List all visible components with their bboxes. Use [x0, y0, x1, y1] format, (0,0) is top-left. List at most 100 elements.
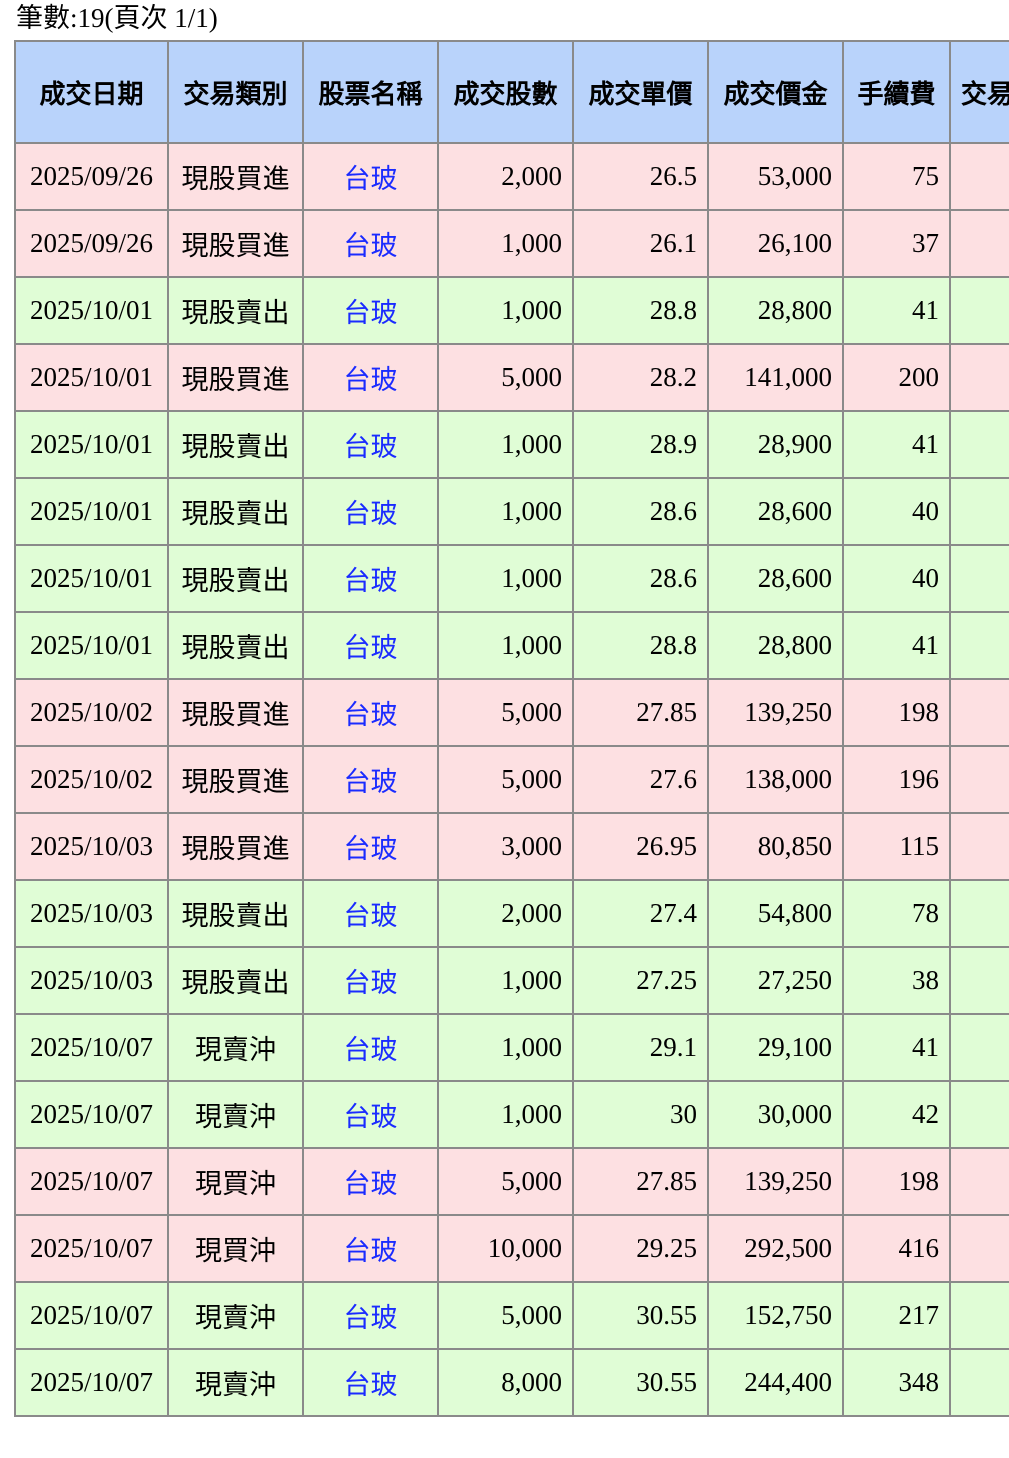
table-row: 2025/10/01 現股買進 台玻 5,000 28.2 141,000 200	[14, 343, 1009, 412]
cell-transaction-tax	[949, 276, 1009, 345]
cell-quantity: 3,000	[437, 812, 574, 881]
cell-trade-type: 現買沖	[167, 1147, 304, 1216]
cell-unit-price: 29.1	[572, 1013, 709, 1082]
cell-trade-type: 現賣沖	[167, 1281, 304, 1350]
cell-trade-type: 現股賣出	[167, 946, 304, 1015]
cell-stock-name: 台玻	[302, 544, 439, 613]
cell-trade-type: 現買沖	[167, 1214, 304, 1283]
cell-amount: 28,600	[707, 544, 844, 613]
cell-fee: 78	[842, 879, 951, 948]
cell-trade-date: 2025/10/02	[14, 678, 169, 747]
cell-unit-price: 29.25	[572, 1214, 709, 1283]
cell-trade-date: 2025/10/01	[14, 410, 169, 479]
cell-trade-date: 2025/10/03	[14, 812, 169, 881]
cell-stock-name: 台玻	[302, 1013, 439, 1082]
stock-name-link[interactable]: 台玻	[344, 164, 398, 195]
cell-amount: 244,400	[707, 1348, 844, 1417]
cell-unit-price: 28.6	[572, 477, 709, 546]
cell-stock-name: 台玻	[302, 1214, 439, 1283]
cell-stock-name: 台玻	[302, 879, 439, 948]
cell-quantity: 5,000	[437, 745, 574, 814]
stock-name-link[interactable]: 台玻	[344, 432, 398, 463]
table-row: 2025/10/02 現股買進 台玻 5,000 27.6 138,000 196	[14, 745, 1009, 814]
cell-trade-date: 2025/10/01	[14, 611, 169, 680]
cell-trade-date: 2025/10/01	[14, 477, 169, 546]
cell-amount: 292,500	[707, 1214, 844, 1283]
stock-name-link[interactable]: 台玻	[344, 566, 398, 597]
table-row: 2025/09/26 現股買進 台玻 2,000 26.5 53,000 75	[14, 142, 1009, 211]
stock-name-link[interactable]: 台玻	[344, 1169, 398, 1200]
stock-name-link[interactable]: 台玻	[344, 1370, 398, 1401]
stock-name-link[interactable]: 台玻	[344, 633, 398, 664]
cell-amount: 139,250	[707, 678, 844, 747]
table-row: 2025/10/03 現股賣出 台玻 2,000 27.4 54,800 78	[14, 879, 1009, 948]
cell-transaction-tax	[949, 879, 1009, 948]
cell-stock-name: 台玻	[302, 1147, 439, 1216]
stock-name-link[interactable]: 台玻	[344, 1303, 398, 1334]
cell-amount: 28,900	[707, 410, 844, 479]
cell-amount: 152,750	[707, 1281, 844, 1350]
cell-amount: 138,000	[707, 745, 844, 814]
cell-stock-name: 台玻	[302, 611, 439, 680]
cell-amount: 139,250	[707, 1147, 844, 1216]
cell-transaction-tax	[949, 946, 1009, 1015]
table-row: 2025/10/07現賣沖 台玻 5,00030.55152,7502172	[14, 1281, 1009, 1350]
cell-amount: 29,100	[707, 1013, 844, 1082]
cell-trade-date: 2025/10/07	[14, 1147, 169, 1216]
cell-stock-name: 台玻	[302, 477, 439, 546]
stock-name-link[interactable]: 台玻	[344, 1035, 398, 1066]
stock-name-link[interactable]: 台玻	[344, 901, 398, 932]
cell-fee: 200	[842, 343, 951, 412]
header-transaction-tax: 交易	[949, 40, 1009, 144]
cell-transaction-tax: 2	[949, 1281, 1009, 1350]
cell-amount: 54,800	[707, 879, 844, 948]
stock-name-link[interactable]: 台玻	[344, 1236, 398, 1267]
cell-unit-price: 28.6	[572, 544, 709, 613]
table-row: 2025/10/01 現股賣出 台玻 1,000 28.6 28,600 40	[14, 544, 1009, 613]
table-row: 2025/10/01 現股賣出 台玻 1,000 28.9 28,900 41	[14, 410, 1009, 479]
cell-fee: 41	[842, 1013, 951, 1082]
stock-name-link[interactable]: 台玻	[344, 767, 398, 798]
cell-transaction-tax	[949, 477, 1009, 546]
cell-quantity: 5,000	[437, 1281, 574, 1350]
stock-name-link[interactable]: 台玻	[344, 700, 398, 731]
stock-name-link[interactable]: 台玻	[344, 231, 398, 262]
cell-stock-name: 台玻	[302, 1281, 439, 1350]
cell-stock-name: 台玻	[302, 946, 439, 1015]
cell-transaction-tax	[949, 1013, 1009, 1082]
cell-unit-price: 28.2	[572, 343, 709, 412]
cell-transaction-tax	[949, 209, 1009, 278]
cell-fee: 41	[842, 276, 951, 345]
header-quantity: 成交股數	[437, 40, 574, 144]
stock-name-link[interactable]: 台玻	[344, 298, 398, 329]
cell-transaction-tax	[949, 611, 1009, 680]
table-row: 2025/09/26 現股買進 台玻 1,000 26.1 26,100 37	[14, 209, 1009, 278]
cell-quantity: 1,000	[437, 946, 574, 1015]
stock-name-link[interactable]: 台玻	[344, 834, 398, 865]
cell-quantity: 1,000	[437, 1080, 574, 1149]
cell-trade-date: 2025/10/07	[14, 1080, 169, 1149]
stock-name-link[interactable]: 台玻	[344, 365, 398, 396]
header-trade-type: 交易類別	[167, 40, 304, 144]
table-header-row: 成交日期 交易類別 股票名稱 成交股數 成交單價 成交價金 手續費 交易	[14, 40, 1009, 144]
cell-stock-name: 台玻	[302, 745, 439, 814]
stock-name-link[interactable]: 台玻	[344, 499, 398, 530]
cell-quantity: 5,000	[437, 343, 574, 412]
cell-amount: 28,600	[707, 477, 844, 546]
cell-trade-type: 現股賣出	[167, 477, 304, 546]
cell-quantity: 8,000	[437, 1348, 574, 1417]
cell-trade-date: 2025/10/03	[14, 879, 169, 948]
cell-quantity: 1,000	[437, 544, 574, 613]
stock-name-link[interactable]: 台玻	[344, 1102, 398, 1133]
table-row: 2025/10/07 現買沖 台玻 5,000 27.85 139,250 198	[14, 1147, 1009, 1216]
cell-fee: 198	[842, 1147, 951, 1216]
record-count-label: 筆數:19(頁次 1/1)	[16, 3, 218, 33]
stock-name-link[interactable]: 台玻	[344, 968, 398, 999]
table-row: 2025/10/07 現賣沖 台玻 1,000 29.1 29,100 41	[14, 1013, 1009, 1082]
cell-transaction-tax: 3	[949, 1348, 1009, 1417]
trades-table-container[interactable]: 成交日期 交易類別 股票名稱 成交股數 成交單價 成交價金 手續費 交易 202…	[14, 40, 1009, 1417]
cell-quantity: 1,000	[437, 611, 574, 680]
cell-trade-type: 現賣沖	[167, 1013, 304, 1082]
cell-transaction-tax	[949, 745, 1009, 814]
table-row: 2025/10/03 現股買進 台玻 3,000 26.95 80,850 115	[14, 812, 1009, 881]
